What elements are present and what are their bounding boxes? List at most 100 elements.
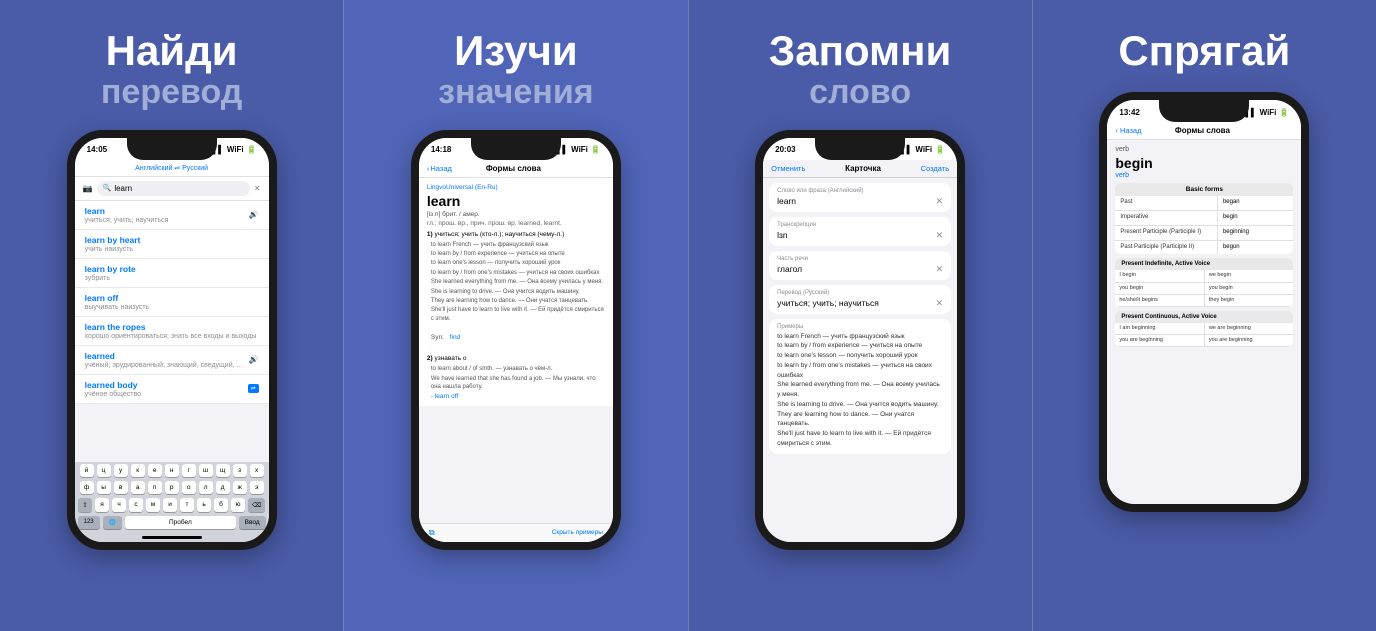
clear-word-button[interactable]: ✕: [936, 196, 944, 207]
link-learn-off[interactable]: - learn off: [431, 393, 605, 400]
phone-3-notch: [815, 138, 905, 160]
key-б[interactable]: б: [214, 498, 228, 512]
chevron-left-icon: ‹: [427, 164, 430, 173]
p2-example: to learn French — учить французский язык: [431, 241, 605, 249]
p3-field-phonetic-value: lɜn ✕: [777, 230, 943, 241]
key-ж[interactable]: ж: [233, 481, 247, 494]
audio-icon-2[interactable]: 🔊: [249, 355, 259, 364]
key-щ[interactable]: щ: [216, 464, 230, 477]
key-р[interactable]: р: [165, 481, 179, 494]
p3-create-button[interactable]: Создать: [921, 164, 950, 173]
key-ц[interactable]: ц: [97, 464, 111, 477]
list-item[interactable]: learn off выучивать наизусть: [75, 288, 269, 317]
kbd-row-3: ⇧ я ч с м и т ь б ю ⌫: [75, 496, 269, 514]
key-э[interactable]: э: [250, 481, 264, 494]
key-с[interactable]: с: [129, 498, 143, 512]
p1-search-bar[interactable]: 📷 🔍 learn ✕: [75, 177, 269, 201]
key-и[interactable]: и: [163, 498, 177, 512]
search-text: learn: [114, 184, 132, 193]
home-indicator-area: [75, 533, 269, 542]
clear-search-icon[interactable]: ✕: [254, 184, 261, 193]
key-н[interactable]: н: [165, 464, 179, 477]
key-м[interactable]: м: [146, 498, 160, 512]
syn-label: Syn:: [431, 334, 446, 341]
table-row: he/she/it begins they begin: [1115, 295, 1293, 307]
key-л[interactable]: л: [199, 481, 213, 494]
key-х[interactable]: х: [250, 464, 264, 477]
phone-4-notch: [1159, 100, 1249, 122]
key-т[interactable]: т: [180, 498, 194, 512]
key-у[interactable]: у: [114, 464, 128, 477]
key-ф[interactable]: ф: [80, 481, 94, 494]
p3-field-phonetic[interactable]: Транскрипция lɜn ✕: [769, 217, 951, 246]
key-space[interactable]: Пробел: [125, 516, 236, 529]
key-о[interactable]: о: [182, 481, 196, 494]
p3-nav-title: Карточка: [845, 164, 881, 173]
list-item[interactable]: learn учиться; учить; научиться 🔊: [75, 201, 269, 230]
key-в[interactable]: в: [114, 481, 128, 494]
key-ю[interactable]: ю: [231, 498, 245, 512]
key-й[interactable]: й: [80, 464, 94, 477]
panel-3-title: Запомни слово: [769, 28, 951, 112]
wifi-icon-4: WiFi: [1260, 108, 1277, 117]
panel-1-title-line1: Найди: [101, 28, 242, 74]
key-а[interactable]: а: [131, 481, 145, 494]
p2-example: to learn by / from one's mistakes — учит…: [431, 269, 605, 277]
key-з[interactable]: з: [233, 464, 247, 477]
panel-memorize: Запомни слово 20:03 ▌▌▌ WiFi 🔋 Отменить …: [688, 0, 1032, 631]
list-item[interactable]: learn by heart учить наизусть: [75, 230, 269, 259]
key-enter[interactable]: Ввод: [239, 516, 266, 529]
key-delete[interactable]: ⌫: [248, 498, 265, 512]
camera-icon: 📷: [83, 184, 93, 193]
p4-headword: begin: [1115, 155, 1293, 171]
key-д[interactable]: д: [216, 481, 230, 494]
p2-hide-examples[interactable]: Скрыть примеры: [552, 529, 603, 536]
list-item[interactable]: learn the ropes хорошо ориентироваться; …: [75, 317, 269, 346]
p2-copy-icon[interactable]: ⧉: [429, 528, 435, 538]
search-box[interactable]: 🔍 learn: [97, 181, 250, 196]
key-shift[interactable]: ⇧: [78, 498, 92, 512]
clear-pos-button[interactable]: ✕: [936, 264, 944, 275]
key-ы[interactable]: ы: [97, 481, 111, 494]
list-item[interactable]: learned учёный; эрудированный; знающий, …: [75, 346, 269, 375]
syn-link[interactable]: find: [450, 334, 460, 341]
key-п[interactable]: п: [148, 481, 162, 494]
p4-present-indefinite-table: Present Indefinite, Active Voice I begin…: [1115, 258, 1293, 306]
p2-dict-label: LingvoUniversal (En-Ru): [427, 184, 605, 191]
p4-basic-forms-table: Basic forms Past began Imperative begin …: [1115, 183, 1293, 254]
list-item[interactable]: learn by rote зубрить: [75, 259, 269, 288]
key-globe[interactable]: 🌐: [103, 516, 122, 529]
p2-back-button[interactable]: ‹ Назад: [427, 164, 452, 173]
panel-3-title-line1: Запомни: [769, 28, 951, 74]
def-learn-off: выучивать наизусть: [85, 304, 259, 311]
key-123[interactable]: 123: [78, 516, 100, 529]
p4-cell-part2-label: Past Participle (Participle II): [1115, 241, 1218, 255]
p3-cancel-button[interactable]: Отменить: [771, 164, 805, 173]
word-learn-off: learn off: [85, 293, 259, 303]
key-я[interactable]: я: [95, 498, 109, 512]
key-ь[interactable]: ь: [197, 498, 211, 512]
clear-translation-button[interactable]: ✕: [936, 298, 944, 309]
panel-study: Изучи значения 14:18 ▌▌▌ WiFi 🔋 ‹ Назад …: [343, 0, 687, 631]
key-к[interactable]: к: [131, 464, 145, 477]
battery-icon-2: 🔋: [591, 145, 601, 154]
key-е[interactable]: е: [148, 464, 162, 477]
key-г[interactable]: г: [182, 464, 196, 477]
phone-3: 20:03 ▌▌▌ WiFi 🔋 Отменить Карточка Созда…: [755, 130, 965, 550]
key-ш[interactable]: ш: [199, 464, 213, 477]
p4-cell-part1-value: beginning: [1218, 226, 1293, 240]
key-ч[interactable]: ч: [112, 498, 126, 512]
p3-field-word[interactable]: Слово или фраза (Английский) learn ✕: [769, 183, 951, 212]
word-learn-by-rote: learn by rote: [85, 264, 259, 274]
keyboard[interactable]: й ц у к е н г ш щ з х ф ы в а п: [75, 462, 269, 542]
clear-phonetic-button[interactable]: ✕: [936, 230, 944, 241]
audio-icon[interactable]: 🔊: [249, 210, 259, 219]
p3-field-pos[interactable]: Часть речи глагол ✕: [769, 251, 951, 280]
p4-back-button[interactable]: ‹ Назад: [1115, 126, 1141, 135]
p3-field-translation[interactable]: Перевод (Русский) учиться; учить; научит…: [769, 285, 951, 314]
list-item[interactable]: learned body учёное общество ⇌: [75, 375, 269, 404]
word-learn: learn: [85, 206, 169, 216]
p4-nav-bar: ‹ Назад Формы слова: [1107, 122, 1301, 140]
translate-badge: ⇌: [248, 384, 259, 393]
table-row: I begin we begin: [1115, 270, 1293, 282]
